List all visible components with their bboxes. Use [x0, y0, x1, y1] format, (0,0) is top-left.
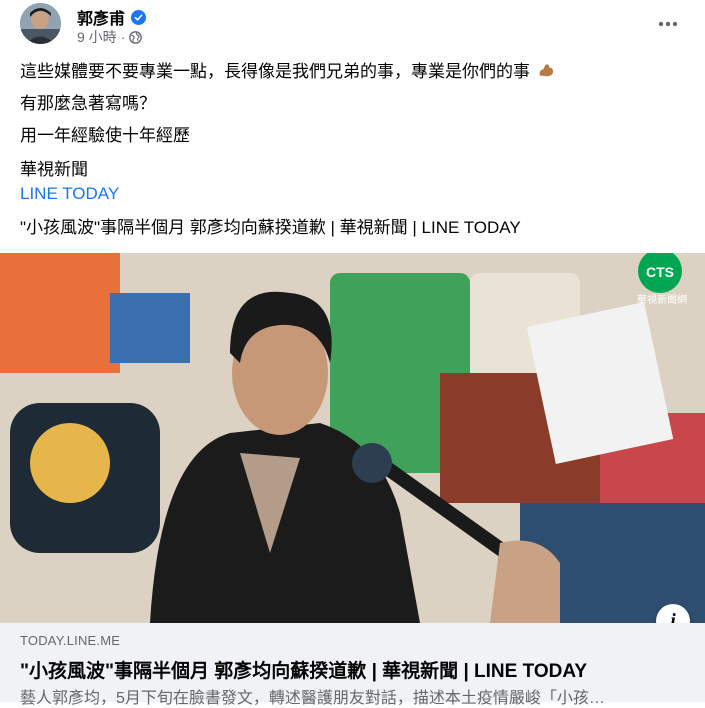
- link-card[interactable]: TODAY.LINE.ME "小孩風波"事隔半個月 郭彥均向蘇揆道歉 | 華視新…: [0, 623, 705, 707]
- verified-badge-icon: [131, 9, 147, 25]
- link-description: 藝人郭彥均，5月下旬在臉書發文，轉述醫護朋友對話，描述本土疫情嚴峻「小孩…: [20, 690, 605, 707]
- post-line: 有那麼急著寫嗎？: [20, 94, 156, 113]
- cts-caption: 華視新聞網: [637, 293, 687, 306]
- post-line-source: 華視新聞: [20, 160, 88, 179]
- more-options-button[interactable]: [656, 12, 680, 36]
- link-title[interactable]: "小孩風波"事隔半個月 郭彥均向蘇揆道歉 | 華視新聞 | LINE TODAY: [20, 656, 587, 683]
- globe-icon[interactable]: [129, 30, 143, 44]
- news-photo: CTS 華視新聞網: [0, 253, 705, 623]
- link-domain: TODAY.LINE.ME: [20, 633, 121, 648]
- flexed-biceps-icon: [539, 64, 553, 77]
- author-row: 郭彥甫: [77, 5, 147, 29]
- post-line-headline: "小孩風波"事隔半個月 郭彥均向蘇揆道歉 | 華視新聞 | LINE TODAY: [20, 218, 521, 237]
- post-header: 郭彥甫 9 小時 ·: [0, 0, 705, 54]
- post-timestamp[interactable]: 9 小時: [77, 27, 117, 47]
- post-line: 用一年經驗使十年經歷: [20, 126, 190, 145]
- more-dots-icon: [658, 21, 678, 27]
- link-preview-image[interactable]: CTS 華視新聞網: [0, 253, 705, 623]
- cts-logo-text: CTS: [646, 264, 674, 280]
- post-meta: 9 小時 ·: [77, 27, 143, 47]
- author-name[interactable]: 郭彥甫: [77, 5, 125, 29]
- meta-separator: ·: [120, 29, 126, 45]
- post-line: 這些媒體要不要專業一點，長得像是我們兄弟的事，專業是你們的事: [20, 62, 555, 82]
- cts-watermark: CTS 華視新聞網: [637, 253, 687, 306]
- post-text-line: 這些媒體要不要專業一點，長得像是我們兄弟的事，專業是你們的事: [20, 62, 530, 81]
- post-link-line-today[interactable]: LINE TODAY: [20, 184, 119, 204]
- author-avatar[interactable]: [20, 3, 61, 44]
